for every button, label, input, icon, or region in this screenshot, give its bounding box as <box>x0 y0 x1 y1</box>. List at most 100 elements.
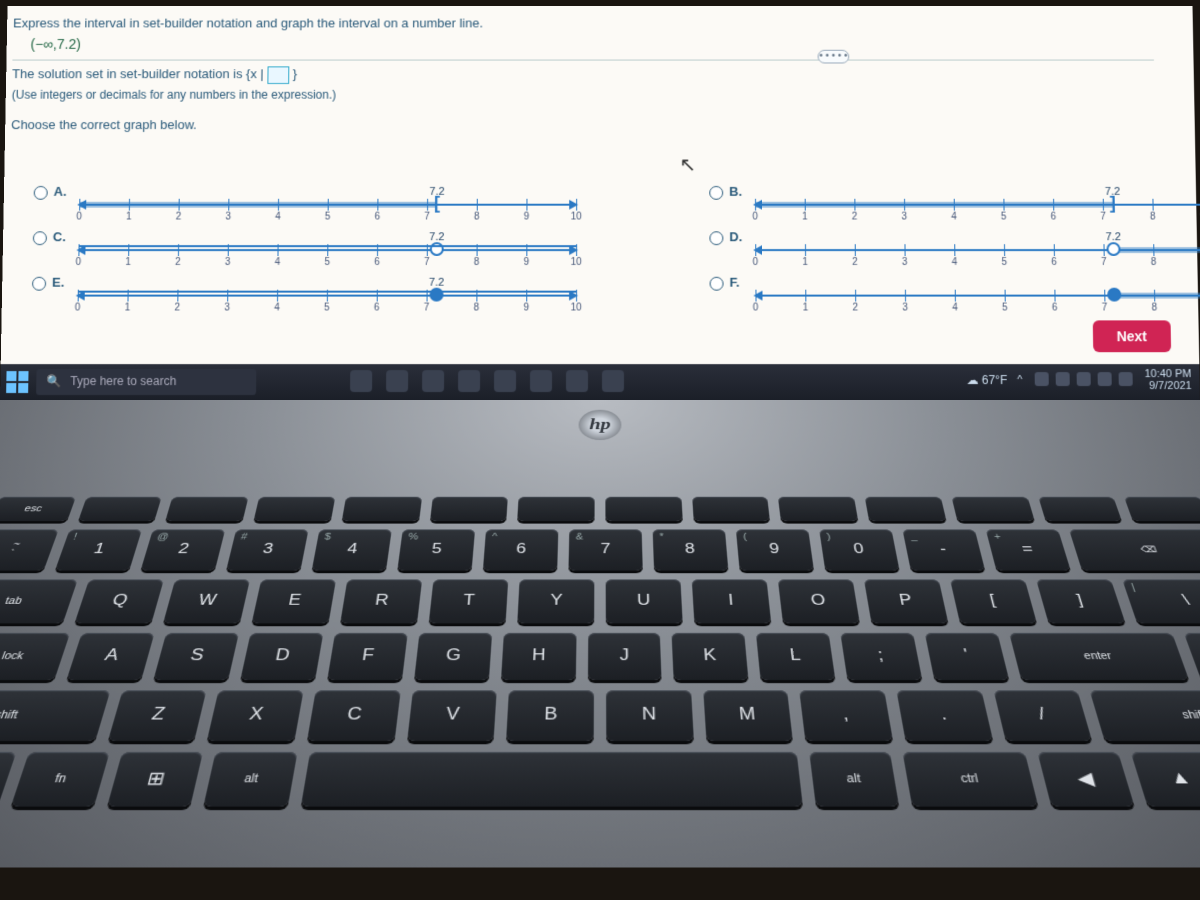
key-t: T <box>429 579 509 623</box>
tick-label: 3 <box>225 257 231 268</box>
search-icon: 🔍 <box>46 374 61 388</box>
option-e-label: E. <box>52 275 65 290</box>
key-g: G <box>414 633 492 680</box>
tick-label: 1 <box>125 303 131 314</box>
tick <box>904 199 905 211</box>
tray-icons <box>1032 372 1134 389</box>
key-ctrl: ctrl <box>903 752 1038 807</box>
tray-icon[interactable] <box>1034 372 1048 386</box>
tick-label: 4 <box>952 257 958 268</box>
key-,: , <box>800 690 893 741</box>
choose-graph-label: Choose the correct graph below. <box>11 117 1155 132</box>
key-6: ^6 <box>483 529 558 570</box>
tick <box>1004 244 1005 256</box>
tick-label: 10 <box>571 212 582 223</box>
tray-chevron-icon[interactable]: ^ <box>1017 374 1022 386</box>
key-q: Q <box>74 579 163 623</box>
radio-e[interactable] <box>32 277 46 291</box>
key-blank <box>951 497 1034 521</box>
solution-lead: The solution set in set-builder notation… <box>12 67 267 82</box>
tick-label: 4 <box>275 212 281 223</box>
tick-label: 9 <box>523 303 529 314</box>
tick-label: 8 <box>1151 257 1157 268</box>
tick <box>377 290 378 302</box>
tick-label: 0 <box>75 303 81 314</box>
next-button[interactable]: Next <box>1092 320 1171 352</box>
tick-label: 10 <box>571 257 582 268</box>
key-3: #3 <box>226 529 308 570</box>
tick-label: 7 <box>424 212 430 223</box>
tray-icon[interactable] <box>1118 372 1132 386</box>
taskbar-search[interactable]: 🔍 Type here to search <box>36 369 256 395</box>
tick-label: 6 <box>374 303 380 314</box>
tick-label: 7 <box>424 303 430 314</box>
tick <box>128 244 129 256</box>
key-arrow-up-down: ▲ <box>1131 752 1200 807</box>
tray-icon[interactable] <box>1097 372 1111 386</box>
taskbar-clock[interactable]: 10:40 PM 9/7/2021 <box>1144 368 1191 392</box>
tray-icon[interactable] <box>1076 372 1090 386</box>
tray-icon[interactable] <box>1055 372 1069 386</box>
tick <box>1005 290 1006 302</box>
tick <box>955 290 956 302</box>
tick <box>576 244 577 256</box>
tick-label: 4 <box>951 212 957 223</box>
key-l: L <box>756 633 835 680</box>
solution-sentence: The solution set in set-builder notation… <box>12 66 1154 84</box>
tick-label: 1 <box>803 303 809 314</box>
key-d: D <box>240 633 323 680</box>
tick <box>1003 199 1004 211</box>
tick-label: 2 <box>852 303 858 314</box>
radio-d[interactable] <box>709 231 723 245</box>
taskbar-app-icon[interactable] <box>494 370 516 392</box>
tick-label: 8 <box>474 303 480 314</box>
tick-label: 1 <box>802 257 808 268</box>
radio-c[interactable] <box>33 231 47 245</box>
key-blank <box>518 497 595 521</box>
tick <box>755 244 756 256</box>
toolbar-overflow-button[interactable]: • • • • • <box>818 50 850 64</box>
key-alt: alt <box>809 752 899 807</box>
key-1: !1 <box>55 529 142 570</box>
taskbar-app-icon[interactable] <box>386 370 408 392</box>
tick <box>178 244 179 256</box>
key-backtick: ~` <box>0 529 59 570</box>
key-blank <box>605 497 682 521</box>
taskbar-app-icon[interactable] <box>458 370 480 392</box>
key-7: &7 <box>568 529 642 570</box>
key-esc: esc <box>0 497 76 521</box>
start-button[interactable] <box>6 371 28 393</box>
taskbar-app-icon[interactable] <box>602 370 624 392</box>
taskbar-app-icon[interactable] <box>530 370 552 392</box>
key-\: |\ <box>1122 579 1200 623</box>
key-y: Y <box>517 579 594 623</box>
tick <box>78 244 79 256</box>
key-blank <box>1038 497 1122 521</box>
radio-f[interactable] <box>710 277 724 291</box>
tick-label: 2 <box>176 212 182 223</box>
answer-input-box[interactable] <box>267 66 289 84</box>
tick-label: 10 <box>571 303 582 314</box>
tick-label: 9 <box>524 212 530 223</box>
tick-label: 7 <box>424 257 430 268</box>
tick-label: 0 <box>752 212 758 223</box>
key-]: ] <box>1036 579 1125 623</box>
tick-label: 0 <box>76 212 82 223</box>
tick <box>805 244 806 256</box>
key-i: I <box>692 579 772 623</box>
key-a: A <box>67 633 155 680</box>
tick-label: 1 <box>125 257 131 268</box>
tick-label: 0 <box>753 257 759 268</box>
taskbar-app-icon[interactable] <box>350 370 372 392</box>
radio-a[interactable] <box>34 186 48 200</box>
closed-endpoint-icon <box>1107 288 1121 302</box>
key-.: . <box>896 690 992 741</box>
weather-widget[interactable]: ☁ 67°F <box>966 373 1007 387</box>
taskbar-app-icon[interactable] <box>566 370 588 392</box>
key-shift: shift <box>1090 690 1200 741</box>
tick <box>1054 244 1055 256</box>
tick <box>79 199 80 211</box>
radio-b[interactable] <box>709 186 723 200</box>
key-/: / <box>993 690 1092 741</box>
taskbar-app-icon[interactable] <box>422 370 444 392</box>
